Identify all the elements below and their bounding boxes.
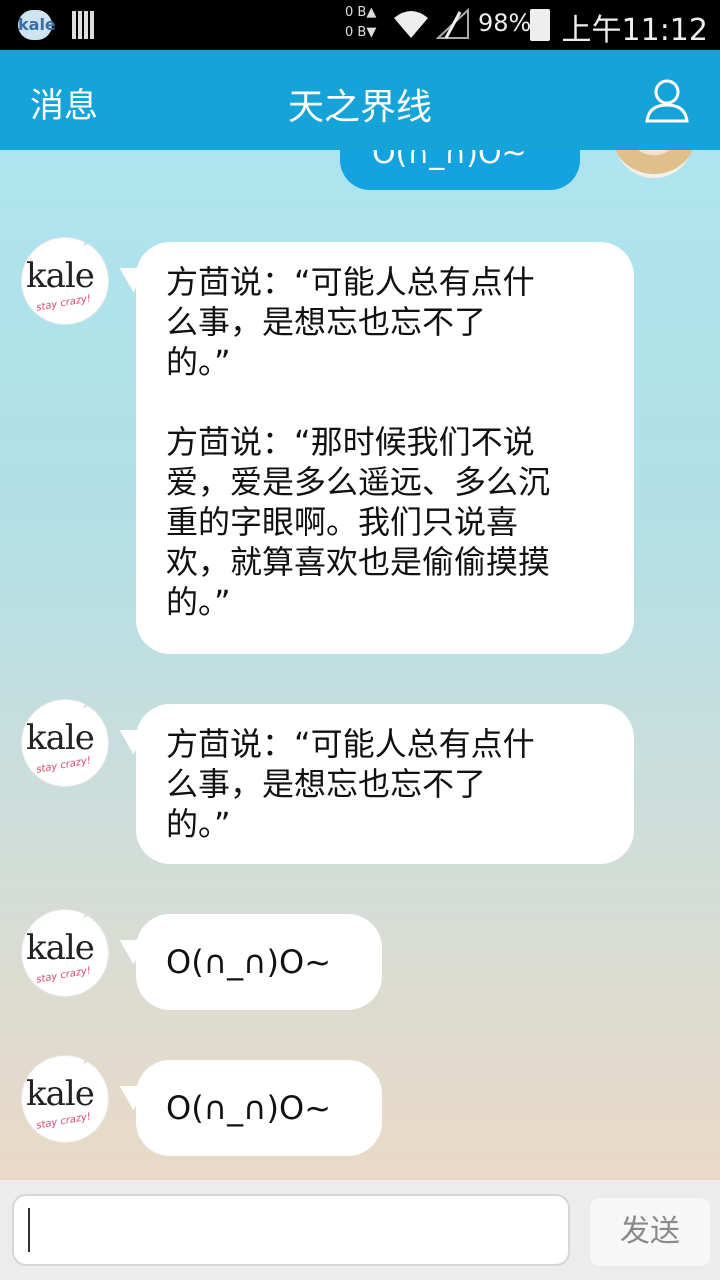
outgoing-message-bubble[interactable]: O(∩_∩)O~ <box>340 150 580 190</box>
avatar-logo: kale <box>26 1074 95 1114</box>
avatar[interactable]: kale stay crazy! <box>22 238 108 324</box>
my-avatar[interactable] <box>614 150 694 178</box>
avatar-logo: kale <box>26 256 95 296</box>
net-up: 0 B▲ <box>345 5 377 20</box>
battery-icon <box>530 9 550 41</box>
battery-percent: 98% <box>478 9 532 37</box>
avatar-tagline: stay crazy! <box>35 755 92 776</box>
app-notification-icon: kale <box>18 10 56 40</box>
send-button[interactable]: 发送 <box>590 1198 710 1266</box>
title-bar: 消息 天之界线 <box>0 50 720 150</box>
avatar[interactable]: kale stay crazy! <box>22 1056 108 1142</box>
signal-icon <box>436 8 469 39</box>
avatar[interactable]: kale stay crazy! <box>22 910 108 996</box>
net-down: 0 B▼ <box>345 25 377 40</box>
incoming-message-bubble[interactable]: 方茴说：“可能人总有点什 么事，是想忘也忘不了 的。” <box>112 704 634 864</box>
message-text: O(∩_∩)O~ <box>372 150 527 171</box>
message-text: O(∩_∩)O~ <box>166 943 331 981</box>
wifi-icon <box>394 11 428 38</box>
chat-list[interactable]: O(∩_∩)O~ kale stay crazy! 方茴说：“可能人总有点什 么… <box>0 150 720 1180</box>
incoming-message-bubble[interactable]: O(∩_∩)O~ <box>112 1060 382 1156</box>
avatar-logo: kale <box>26 928 95 968</box>
clock: 上午11:12 <box>561 13 708 48</box>
avatar-tagline: stay crazy! <box>35 293 92 314</box>
avatar-tagline: stay crazy! <box>35 965 92 986</box>
incoming-message-bubble[interactable]: 方茴说：“可能人总有点什 么事，是想忘也忘不了 的。” 方茴说：“那时候我们不说… <box>112 242 634 654</box>
incoming-message-bubble[interactable]: O(∩_∩)O~ <box>112 914 382 1010</box>
avatar-tagline: stay crazy! <box>35 1111 92 1132</box>
message-text: 方茴说：“可能人总有点什 么事，是想忘也忘不了 的。” 方茴说：“那时候我们不说… <box>166 263 551 621</box>
page-title: 天之界线 <box>287 87 432 128</box>
message-text: O(∩_∩)O~ <box>166 1089 331 1127</box>
text-cursor <box>28 1208 30 1252</box>
person-outline-icon[interactable] <box>644 77 690 123</box>
barcode-notification-icon <box>72 11 96 39</box>
avatar-logo: kale <box>26 718 95 758</box>
status-bar: kale 0 B▲ 0 B▼ 98% 上午11:12 <box>0 0 720 50</box>
message-text: 方茴说：“可能人总有点什 么事，是想忘也忘不了 的。” <box>166 725 535 843</box>
avatar[interactable]: kale stay crazy! <box>22 700 108 786</box>
compose-bar: 发送 <box>0 1180 720 1280</box>
network-speed: 0 B▲ 0 B▼ <box>345 3 376 43</box>
message-input[interactable] <box>12 1194 570 1266</box>
